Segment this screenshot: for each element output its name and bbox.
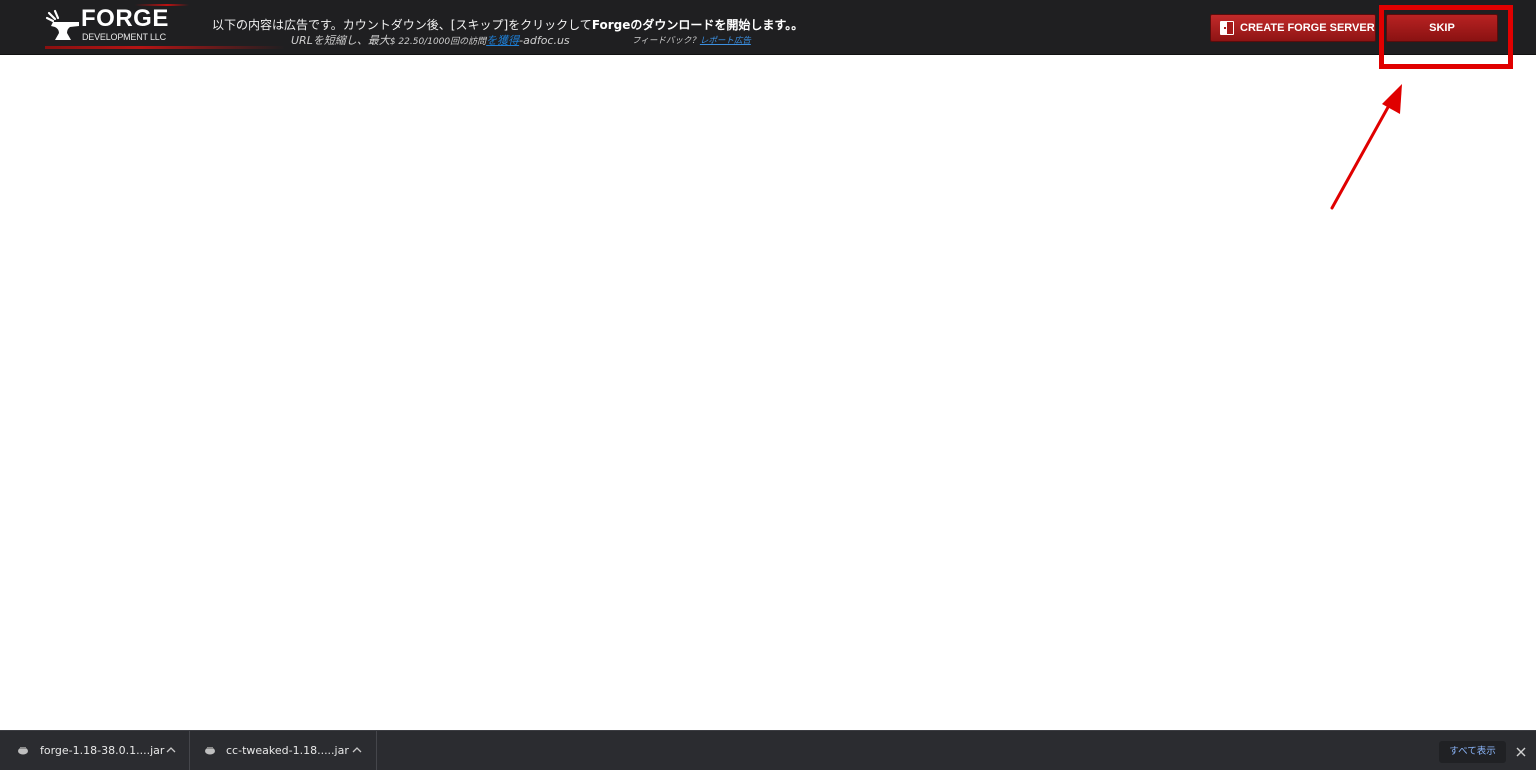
chevron-up-icon[interactable] <box>166 745 176 755</box>
download-shelf: forge-1.18-38.0.1....jar cc-tweaked-1.18… <box>0 730 1536 770</box>
promo-earn-link[interactable]: を獲得 <box>486 34 519 47</box>
create-forge-server-label: CREATE FORGE SERVER <box>1240 22 1375 34</box>
report-ad-link[interactable]: レポート広告 <box>700 36 751 46</box>
ad-notice: 以下の内容は広告です。カウントダウン後、[スキップ]をクリックしてForgeのダ… <box>212 18 803 32</box>
ad-notice-text: 以下の内容は広告です。カウントダウン後、[スキップ]をクリックして <box>212 18 592 32</box>
create-forge-server-button[interactable]: CREATE FORGE SERVER <box>1210 14 1376 42</box>
close-icon[interactable] <box>1514 745 1528 759</box>
logo-subtitle: DEVELOPMENT LLC <box>82 32 166 42</box>
download-filename: forge-1.18-38.0.1....jar <box>40 744 165 757</box>
promo-text: URLを短縮し、最大 <box>291 34 390 47</box>
logo-title: FORGE <box>81 5 169 32</box>
logo-underline <box>45 46 285 49</box>
ad-bar: FORGE DEVELOPMENT LLC 以下の内容は広告です。カウントダウン… <box>0 0 1536 55</box>
anvil-icon <box>45 9 79 40</box>
show-all-downloads-button[interactable]: すべて表示 <box>1439 741 1506 763</box>
download-item[interactable]: cc-tweaked-1.18.....jar <box>190 731 377 770</box>
annotation-arrow-icon <box>1330 84 1402 210</box>
promo-amount: $ 22.50/1000回の訪問 <box>389 37 487 47</box>
server-door-icon <box>1220 21 1234 35</box>
forge-logo[interactable]: FORGE DEVELOPMENT LLC <box>45 4 285 50</box>
download-filename: cc-tweaked-1.18.....jar <box>226 744 349 757</box>
jar-file-icon <box>205 747 215 755</box>
adfocus-promo: URLを短縮し、最大$ 22.50/1000回の訪問を獲得-adfoc.us <box>291 34 570 49</box>
jar-file-icon <box>18 747 28 755</box>
feedback: フィードバック？レポート広告 <box>632 36 751 46</box>
ad-notice-bold: Forgeのダウンロードを開始します。。 <box>591 18 804 32</box>
promo-domain: -adfoc.us <box>519 34 570 47</box>
chevron-up-icon[interactable] <box>352 745 362 755</box>
download-item[interactable]: forge-1.18-38.0.1....jar <box>0 731 190 770</box>
feedback-label: フィードバック？ <box>632 36 700 46</box>
annotation-highlight-box <box>1379 5 1513 69</box>
